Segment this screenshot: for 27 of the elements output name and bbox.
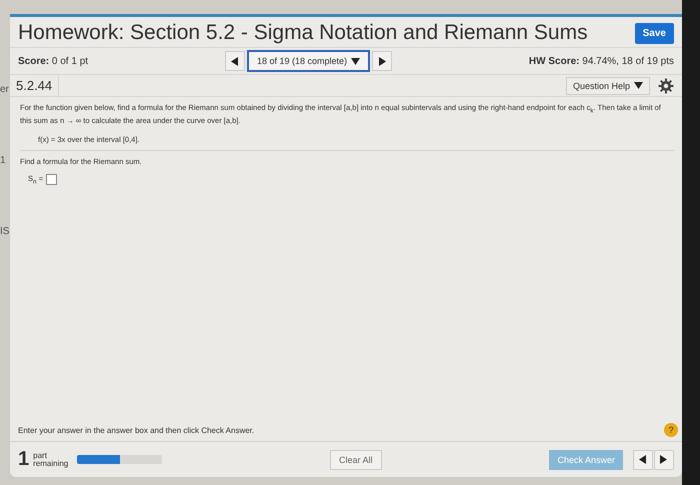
previous-question-button[interactable] — [224, 51, 245, 71]
background-text: 1 — [0, 155, 7, 166]
previous-button[interactable] — [632, 450, 653, 470]
question-number: 5.2.44 — [10, 75, 60, 96]
next-question-button[interactable] — [372, 51, 392, 71]
parts-remaining-text: part remaining — [33, 452, 70, 468]
caret-icon — [351, 58, 360, 64]
question-dropdown[interactable]: 18 of 19 (18 complete) — [246, 50, 370, 72]
hw-score-text: HW Score: 94.74%, 18 of 19 pts — [528, 56, 674, 66]
left-triangle-icon — [231, 56, 238, 66]
question-help-button[interactable]: Question Help — [566, 76, 650, 94]
clear-all-button[interactable]: Clear All — [330, 450, 382, 470]
next-button[interactable] — [654, 450, 674, 470]
help-button[interactable]: ? — [664, 423, 678, 437]
right-triangle-icon — [660, 455, 668, 464]
parts-count: 1 — [18, 448, 30, 471]
settings-icon[interactable] — [658, 78, 674, 94]
instruction-text: Enter your answer in the answer box and then click Check Answer. — [18, 426, 254, 434]
caret-icon — [634, 82, 643, 89]
right-triangle-icon — [378, 56, 386, 66]
score-text: Score: 0 of 1 pt — [18, 56, 88, 66]
answer-box[interactable] — [46, 174, 57, 185]
save-button[interactable]: Save — [634, 22, 674, 44]
background-text: IS — [0, 226, 10, 237]
window-title: Homework: Section 5.2 - Sigma Notation and Riemann Sums — [18, 21, 588, 45]
background-text: er — [0, 84, 10, 95]
left-triangle-icon — [639, 455, 646, 464]
